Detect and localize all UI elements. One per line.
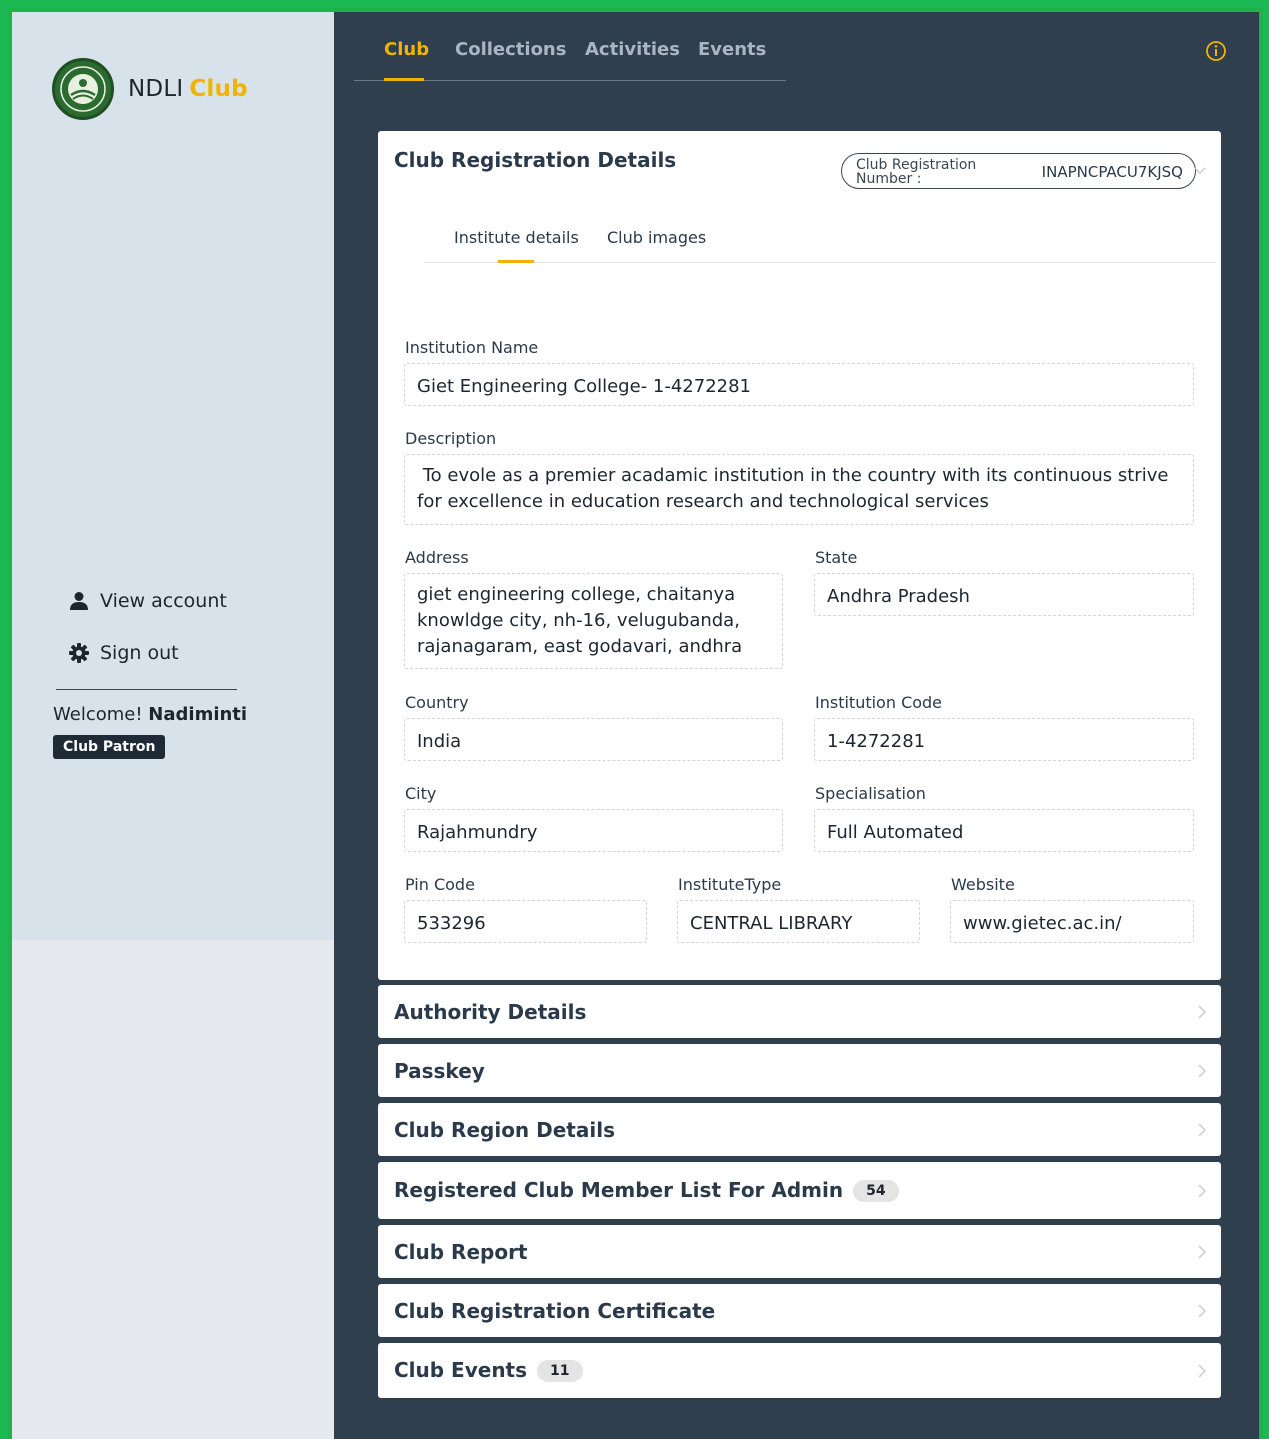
chevron-right-icon [1198,1064,1207,1078]
tab-activities[interactable]: Activities [585,39,680,60]
section-title: Club Events [394,1358,528,1382]
description-field[interactable]: To evole as a premier acadamic instituti… [404,454,1194,525]
brand-highlight: Club [189,76,248,102]
chevron-down-icon[interactable] [1193,165,1207,177]
section-title: Club Report [394,1240,528,1264]
sign-out-link[interactable]: Sign out [68,642,179,664]
specialisation-label: Specialisation [815,784,926,803]
member-count-badge: 54 [853,1180,899,1202]
active-tab-indicator [384,78,424,81]
brand-logo[interactable]: NDLI Club [52,58,248,120]
chevron-right-icon [1198,1245,1207,1259]
main-content: Club Collections Activities Events Club … [334,8,1263,1439]
tab-events[interactable]: Events [698,39,766,60]
brand-name: NDLI Club [128,76,248,102]
welcome-message: Welcome! Nadiminti [53,704,247,725]
section-title: Passkey [394,1059,485,1083]
section-title: Authority Details [394,1000,587,1024]
tab-club[interactable]: Club [384,39,429,60]
sign-out-label: Sign out [100,642,179,664]
view-account-link[interactable]: View account [68,590,227,612]
sidebar-lower-area [8,940,334,1439]
club-registration-card: Club Registration Details Club Registrat… [378,131,1221,980]
sidebar: NDLI Club View account Sign out Welcome!… [8,8,334,940]
info-icon[interactable] [1205,40,1227,66]
pin-code-field[interactable]: 533296 [404,900,647,943]
role-badge: Club Patron [53,735,166,759]
brand-name-text: NDLI [128,76,184,102]
country-field[interactable]: India [404,718,783,761]
section-authority-details[interactable]: Authority Details [378,985,1221,1038]
section-title: Registered Club Member List For Admin [394,1178,844,1202]
chevron-right-icon [1198,1123,1207,1137]
pin-code-label: Pin Code [405,875,475,894]
institute-type-label: InstituteType [678,875,782,894]
section-club-report[interactable]: Club Report [378,1225,1221,1278]
section-passkey[interactable]: Passkey [378,1044,1221,1097]
section-club-events[interactable]: Club Events 11 [378,1343,1221,1398]
section-title-with-count: Registered Club Member List For Admin 54 [394,1178,899,1202]
user-name: Nadiminti [148,704,248,725]
ndli-emblem-icon [52,58,114,120]
institution-code-field[interactable]: 1-4272281 [814,718,1194,761]
section-club-registration-certificate[interactable]: Club Registration Certificate [378,1284,1221,1337]
country-label: Country [405,693,469,712]
section-club-region-details[interactable]: Club Region Details [378,1103,1221,1156]
state-field[interactable]: Andhra Pradesh [814,573,1194,616]
section-title-with-count: Club Events 11 [394,1358,583,1382]
address-label: Address [405,548,469,567]
user-icon [70,592,88,610]
welcome-prefix: Welcome! [53,704,143,725]
institution-name-field[interactable]: Giet Engineering College- 1-4272281 [404,363,1194,406]
website-label: Website [951,875,1015,894]
institute-type-field[interactable]: CENTRAL LIBRARY [677,900,920,943]
subtab-club-images[interactable]: Club images [607,228,706,247]
description-label: Description [405,429,497,448]
chevron-right-icon [1198,1364,1207,1378]
events-count-badge: 11 [537,1360,583,1382]
city-field[interactable]: Rajahmundry [404,809,783,852]
registration-subtabs: Institute details Club images [424,213,1216,263]
institution-name-label: Institution Name [405,338,539,357]
tab-collections[interactable]: Collections [455,39,566,60]
view-account-label: View account [100,590,227,612]
specialisation-field[interactable]: Full Automated [814,809,1194,852]
city-label: City [405,784,437,803]
website-field[interactable]: www.gietec.ac.in/ [950,900,1194,943]
registration-title[interactable]: Club Registration Details [394,148,676,172]
section-title: Club Region Details [394,1118,615,1142]
sidebar-divider [56,689,237,690]
registration-number-label: Club Registration Number : [856,157,977,187]
top-nav: Club Collections Activities Events [354,8,786,81]
section-title: Club Registration Certificate [394,1299,716,1323]
chevron-right-icon [1198,1184,1207,1198]
state-label: State [815,548,858,567]
active-subtab-indicator [498,260,534,263]
institution-code-label: Institution Code [815,693,943,712]
subtab-institute-details[interactable]: Institute details [454,228,579,247]
chevron-right-icon [1198,1304,1207,1318]
section-registered-member-list[interactable]: Registered Club Member List For Admin 54 [378,1162,1221,1219]
registration-number-pill: Club Registration Number : INAPNCPACU7KJ… [841,153,1196,189]
registration-number-value: INAPNCPACU7KJSQ [1041,163,1183,181]
chevron-right-icon [1198,1005,1207,1019]
address-field[interactable]: giet engineering college, chaitanya know… [404,573,783,669]
gear-icon [69,643,89,663]
app-window: NDLI Club View account Sign out Welcome!… [8,8,1263,1439]
